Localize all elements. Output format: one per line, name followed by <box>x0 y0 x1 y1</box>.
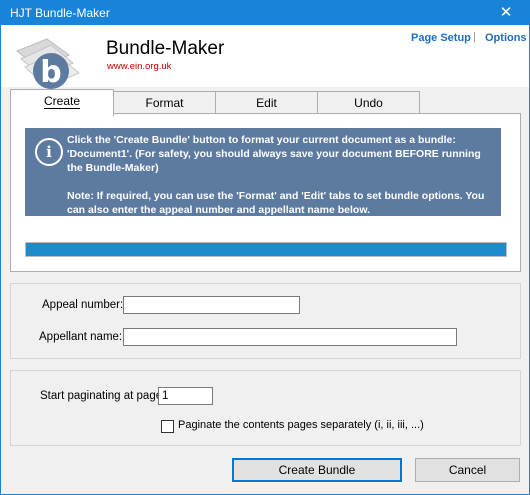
appeal-number-label: Appeal number: <box>42 299 124 311</box>
appeal-details-group: Appeal number: Appellant name: <box>10 283 521 359</box>
info-icon: i <box>35 138 63 166</box>
tab-undo-label: Undo <box>354 96 383 110</box>
info-message-box: i Click the 'Create Bundle' button to fo… <box>25 128 501 216</box>
create-tab-panel: i Click the 'Create Bundle' button to fo… <box>10 113 521 272</box>
info-paragraph-2: Note: If required, you can use the 'Form… <box>67 190 485 216</box>
header-banner: b Bundle-Maker www.ein.org.uk Page Setup… <box>1 25 529 90</box>
window-title: HJT Bundle-Maker <box>10 6 110 20</box>
tab-create[interactable]: Create <box>10 89 114 116</box>
appellant-name-label: Appellant name: <box>39 331 123 343</box>
tab-undo[interactable]: Undo <box>317 91 420 114</box>
tab-format[interactable]: Format <box>113 91 216 114</box>
header-link-separator: | <box>473 31 476 43</box>
appeal-number-input[interactable] <box>123 296 300 314</box>
paginate-separately-checkbox[interactable] <box>161 420 174 433</box>
tab-edit[interactable]: Edit <box>215 91 318 114</box>
info-paragraph-1: Click the 'Create Bundle' button to form… <box>67 134 481 174</box>
title-bar[interactable]: HJT Bundle-Maker ✕ <box>1 1 529 25</box>
options-link[interactable]: Options <box>485 32 527 44</box>
tab-edit-label: Edit <box>256 96 277 110</box>
progress-bar <box>25 242 507 257</box>
create-bundle-button[interactable]: Create Bundle <box>232 458 402 482</box>
start-page-label: Start paginating at page: <box>40 390 166 402</box>
tab-format-label: Format <box>145 96 184 110</box>
tab-create-label: Create <box>43 94 81 109</box>
paginate-separately-label[interactable]: Paginate the contents pages separately (… <box>178 419 424 431</box>
dialog-window: HJT Bundle-Maker ✕ b Bundle-Maker www.ei… <box>0 0 530 495</box>
appellant-name-input[interactable] <box>123 328 457 346</box>
bundle-maker-logo: b <box>16 38 80 90</box>
start-page-input[interactable] <box>158 387 213 405</box>
app-url-link[interactable]: www.ein.org.uk <box>107 61 171 72</box>
logo-letter: b <box>40 55 61 90</box>
page-setup-link[interactable]: Page Setup <box>411 32 471 44</box>
progress-fill <box>26 243 506 256</box>
close-icon[interactable]: ✕ <box>483 1 529 25</box>
pagination-group: Start paginating at page: Paginate the c… <box>10 370 521 446</box>
app-name: Bundle-Maker <box>106 38 225 59</box>
cancel-button[interactable]: Cancel <box>415 458 520 482</box>
